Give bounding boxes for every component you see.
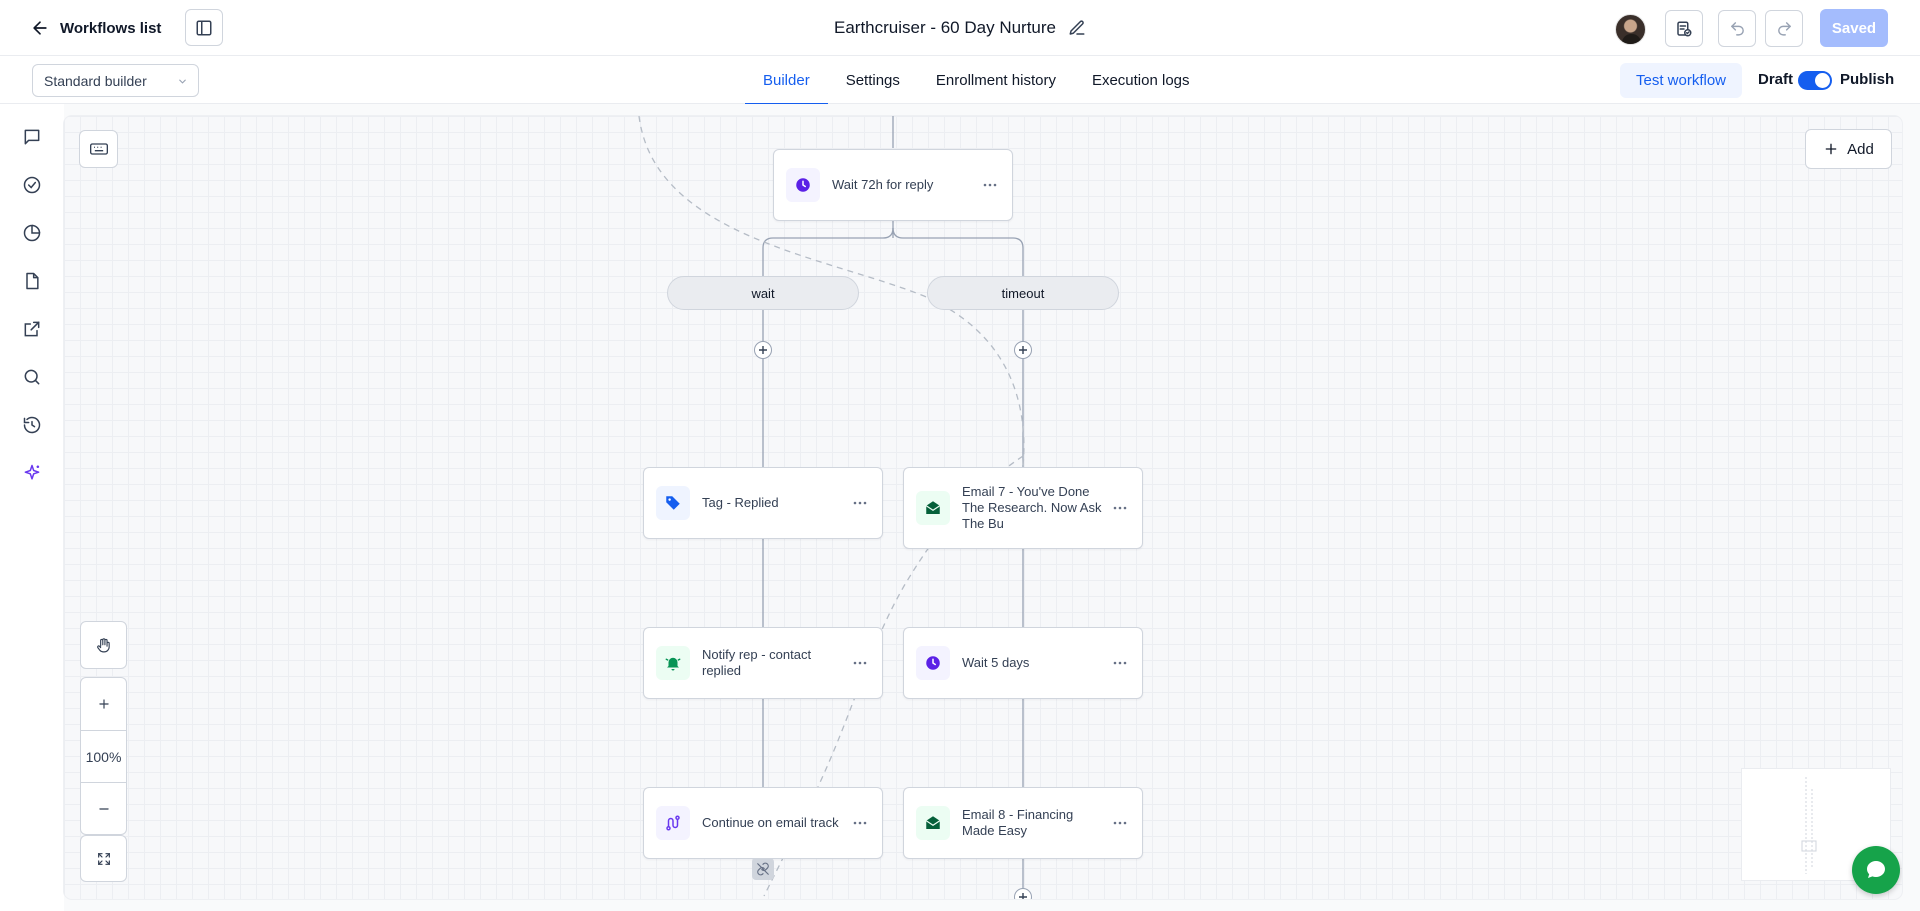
email-icon xyxy=(916,806,950,840)
node-label: Email 8 - Financing Made Easy xyxy=(962,807,1074,838)
zoom-in-button[interactable] xyxy=(81,678,126,730)
email-icon xyxy=(916,491,950,525)
node-tag-replied[interactable]: Tag - Replied xyxy=(643,467,883,539)
arrow-left-icon xyxy=(33,21,47,35)
canvas-area: Add Wait 72h for reply wait timeout Tag … xyxy=(64,104,1920,911)
publish-toggle[interactable] xyxy=(1798,71,1832,90)
back-to-workflows-link[interactable]: Workflows list xyxy=(30,16,161,40)
back-link-label: Workflows list xyxy=(60,19,162,37)
search-icon[interactable] xyxy=(21,366,43,388)
builder-mode-value: Standard builder xyxy=(44,72,147,89)
branch-timeout[interactable]: timeout xyxy=(927,276,1119,310)
undo-icon xyxy=(1730,22,1744,36)
node-email-8[interactable]: Email 8 - Financing Made Easy xyxy=(903,787,1143,859)
node-label: Email 7 - You've Done The Research. Now … xyxy=(962,484,1102,531)
more-icon[interactable] xyxy=(852,497,868,509)
more-icon[interactable] xyxy=(852,817,868,829)
notes-button[interactable] xyxy=(1665,10,1703,47)
zoom-controls: 100% xyxy=(80,677,127,835)
clock-icon xyxy=(916,646,950,680)
more-icon[interactable] xyxy=(1112,502,1128,514)
unlink-icon[interactable] xyxy=(752,858,774,880)
node-label: Wait 72h for reply xyxy=(832,177,934,192)
zoom-out-button[interactable] xyxy=(81,782,126,834)
tab-execution-logs[interactable]: Execution logs xyxy=(1074,56,1208,104)
draft-label: Draft xyxy=(1758,71,1794,88)
node-wait-5-days[interactable]: Wait 5 days xyxy=(903,627,1143,699)
tag-icon xyxy=(656,486,690,520)
workflow-title[interactable]: Earthcruiser - 60 Day Nurture xyxy=(834,18,1056,38)
tab-bar: Builder Settings Enrollment history Exec… xyxy=(745,56,1208,105)
user-avatar[interactable] xyxy=(1615,14,1646,45)
minus-icon xyxy=(98,807,109,810)
plus-icon xyxy=(1019,346,1027,354)
workflow-canvas[interactable]: Add Wait 72h for reply wait timeout Tag … xyxy=(64,116,1902,899)
undo-button[interactable] xyxy=(1718,10,1756,47)
builder-toolbar: Standard builder Builder Settings Enroll… xyxy=(0,56,1920,105)
top-header: Workflows list Earthcruiser - 60 Day Nur… xyxy=(0,0,1920,56)
tab-settings[interactable]: Settings xyxy=(828,56,918,104)
plus-icon xyxy=(1019,893,1027,899)
saved-button[interactable]: Saved xyxy=(1820,9,1888,47)
keyboard-shortcuts-button[interactable] xyxy=(79,130,118,168)
add-step-button[interactable] xyxy=(754,341,772,359)
node-wait-72h[interactable]: Wait 72h for reply xyxy=(773,149,1013,221)
redo-icon xyxy=(1777,22,1791,36)
document-icon[interactable] xyxy=(21,270,43,292)
sparkle-icon[interactable] xyxy=(21,462,43,484)
pie-chart-icon[interactable] xyxy=(21,222,43,244)
left-rail xyxy=(0,104,64,911)
check-circle-icon[interactable] xyxy=(21,174,43,196)
chevron-down-icon xyxy=(179,79,186,84)
publish-label: Publish xyxy=(1840,71,1895,88)
more-icon[interactable] xyxy=(852,657,868,669)
tab-builder[interactable]: Builder xyxy=(745,56,828,105)
add-button-label: Add xyxy=(1847,140,1874,158)
pan-control xyxy=(80,621,127,669)
node-continue-email-track[interactable]: Continue on email track xyxy=(643,787,883,859)
branch-wait[interactable]: wait xyxy=(667,276,859,310)
clipboard-check-icon xyxy=(1677,21,1692,36)
clock-icon xyxy=(786,168,820,202)
node-notify-rep[interactable]: Notify rep - contact replied xyxy=(643,627,883,699)
bell-icon xyxy=(656,646,690,680)
chat-widget-button[interactable] xyxy=(1852,846,1900,894)
add-step-button[interactable] xyxy=(1014,888,1032,899)
fit-view-control xyxy=(80,835,127,882)
node-label: Wait 5 days xyxy=(962,655,1030,670)
plus-icon xyxy=(759,346,767,354)
chat-bubble-icon xyxy=(1867,861,1885,878)
fit-view-icon[interactable] xyxy=(81,836,126,881)
more-icon[interactable] xyxy=(1112,817,1128,829)
node-email-7[interactable]: Email 7 - You've Done The Research. Now … xyxy=(903,467,1143,549)
panel-left-icon xyxy=(196,20,212,35)
keyboard-icon xyxy=(89,143,108,155)
node-label: Continue on email track xyxy=(702,815,839,830)
plus-icon xyxy=(1825,143,1837,155)
more-icon[interactable] xyxy=(1112,657,1128,669)
node-label: Tag - Replied xyxy=(702,495,779,510)
redo-button[interactable] xyxy=(1765,10,1803,47)
chat-icon[interactable] xyxy=(21,126,43,148)
external-link-icon[interactable] xyxy=(21,318,43,340)
pencil-icon[interactable] xyxy=(1068,19,1086,37)
add-step-button[interactable] xyxy=(1014,341,1032,359)
plus-icon xyxy=(98,699,109,709)
sidebar-toggle-button[interactable] xyxy=(185,9,223,46)
history-icon[interactable] xyxy=(21,414,43,436)
zoom-level: 100% xyxy=(81,730,126,782)
more-icon[interactable] xyxy=(982,179,998,191)
add-button[interactable]: Add xyxy=(1805,129,1892,169)
route-icon xyxy=(656,806,690,840)
node-label: Notify rep - contact replied xyxy=(702,647,812,678)
tab-enrollment-history[interactable]: Enrollment history xyxy=(918,56,1074,104)
builder-mode-select[interactable]: Standard builder xyxy=(32,64,199,97)
test-workflow-button[interactable]: Test workflow xyxy=(1620,63,1742,98)
hand-icon[interactable] xyxy=(81,622,126,668)
